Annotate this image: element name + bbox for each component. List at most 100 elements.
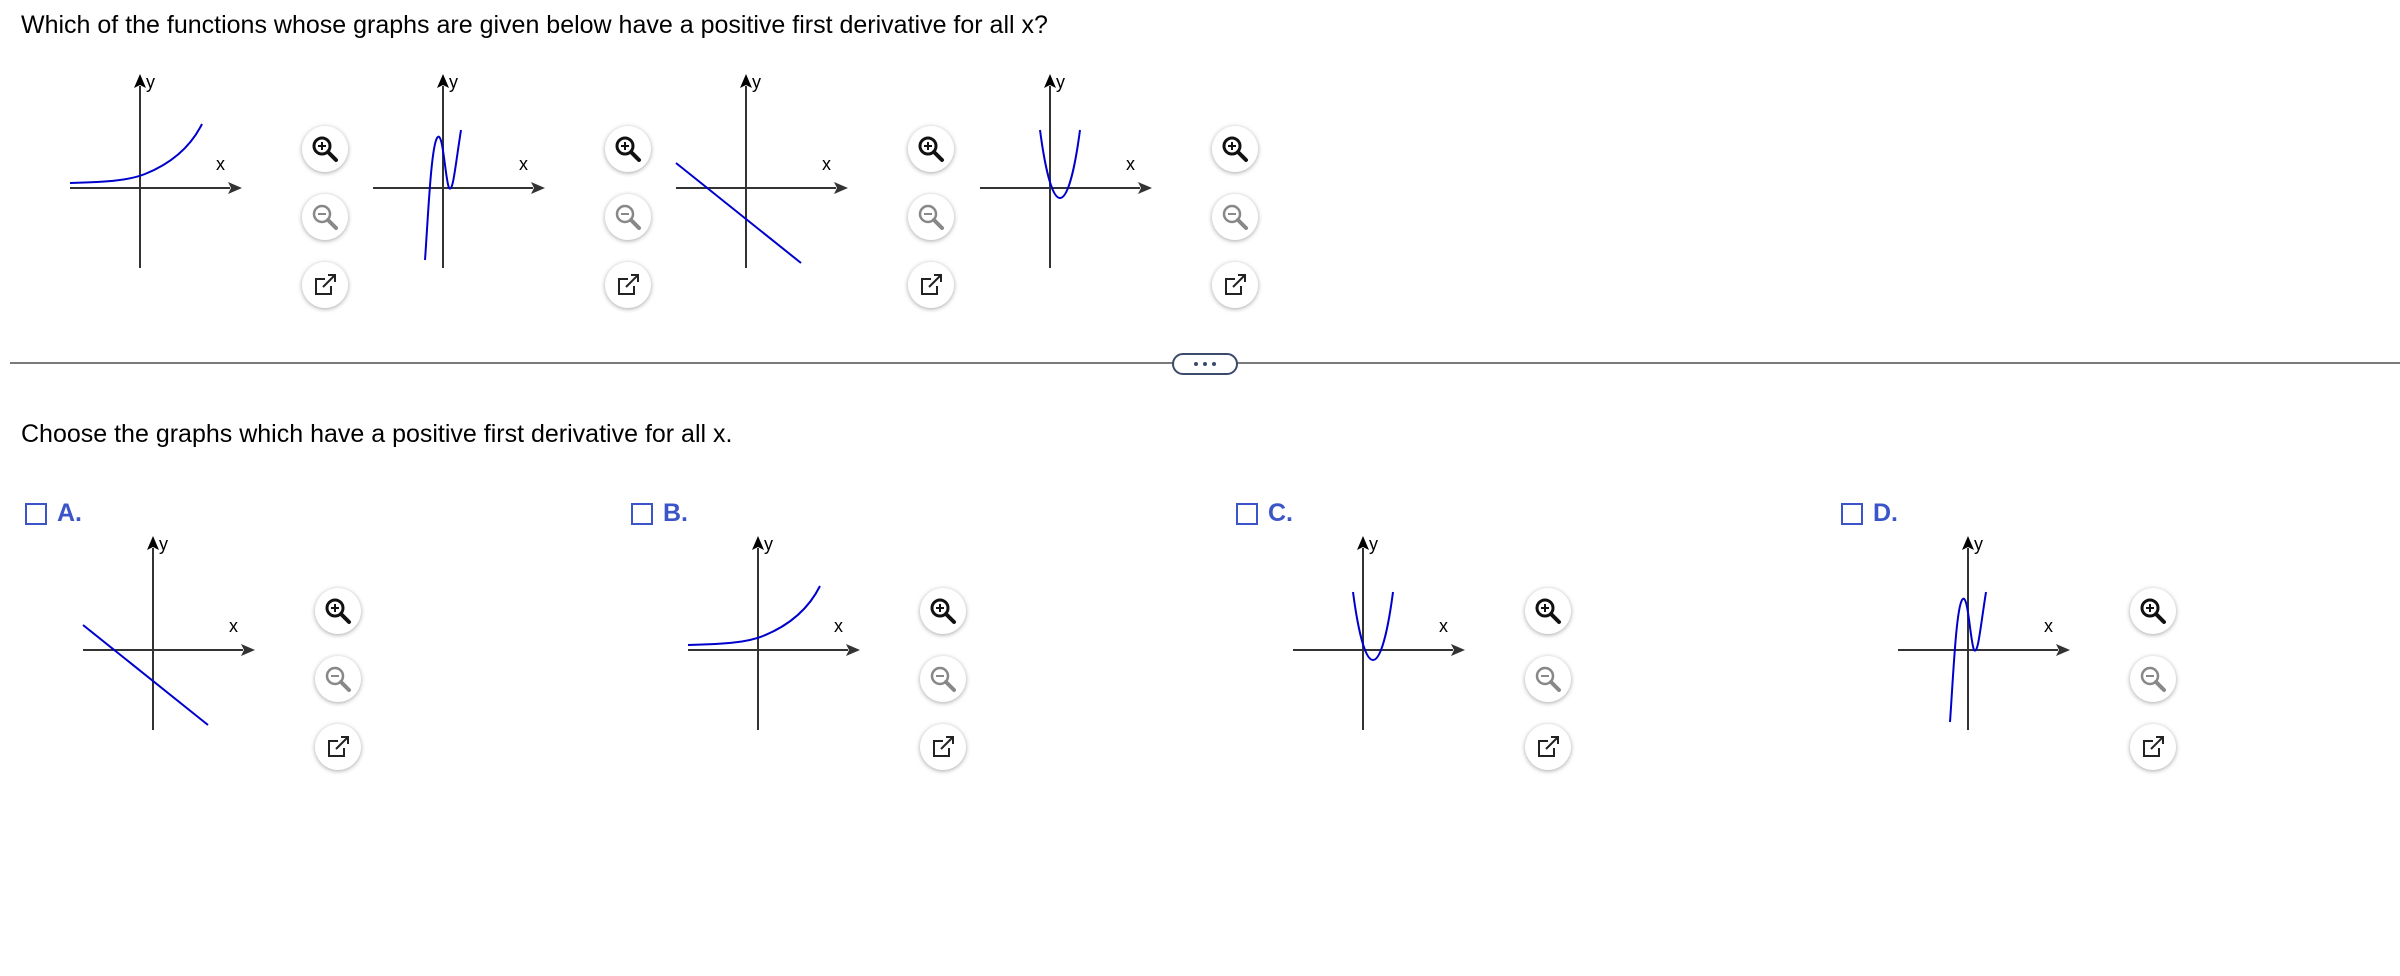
y-axis-arrow [752,536,764,550]
zoom-in-icon [1222,136,1248,162]
zoom-in-icon [615,136,641,162]
x-axis-label: x [519,154,528,174]
x-axis-label: x [229,616,238,636]
y-axis-label: y [1974,534,1983,554]
choice-a[interactable]: A. [25,499,82,528]
choice-d-label: D. [1873,499,1898,527]
choice-graph-3: yx [1898,534,2070,730]
choice-graph-1: yx [687,534,860,730]
dot-icon [1194,362,1198,366]
open-external-button[interactable] [605,262,651,308]
y-axis-arrow [147,536,159,550]
zoom-in-icon [325,598,351,624]
y-axis-label: y [1369,534,1378,554]
y-axis-label: y [159,534,168,554]
x-axis-label: x [822,154,831,174]
zoom-in-button[interactable] [605,126,651,172]
zoom-out-button[interactable] [2130,656,2176,702]
open-external-icon [921,274,943,295]
zoom-in-icon [930,598,956,624]
choice-graph-0: yx [82,534,255,730]
x-axis-arrow [2056,644,2070,656]
y-axis-label: y [146,72,155,92]
y-axis-arrow [740,74,752,88]
zoom-out-icon [2140,666,2166,692]
zoom-in-icon [2140,598,2166,624]
question-text: Which of the functions whose graphs are … [21,11,1048,39]
checkbox-b[interactable] [631,502,653,525]
zoom-in-button[interactable] [920,588,966,634]
open-external-button[interactable] [315,724,361,770]
y-axis-arrow [1962,536,1974,550]
x-axis-arrow [241,644,255,656]
zoom-out-button[interactable] [908,194,954,240]
zoom-out-icon [325,666,351,692]
zoom-out-icon [1535,666,1561,692]
open-external-button[interactable] [908,262,954,308]
zoom-out-icon [930,666,956,692]
checkbox-d[interactable] [1841,502,1863,525]
decreasing-line-curve [675,162,802,264]
open-external-icon [328,736,350,757]
y-axis-arrow [1357,536,1369,550]
open-external-button[interactable] [920,724,966,770]
zoom-out-button[interactable] [315,656,361,702]
open-external-button[interactable] [1525,724,1571,770]
choice-b-label: B. [663,499,688,527]
dot-icon [1212,362,1216,366]
zoom-in-button[interactable] [315,588,361,634]
zoom-out-button[interactable] [302,194,348,240]
dot-icon [1203,362,1207,366]
zoom-in-button[interactable] [2130,588,2176,634]
exponential-curve [687,585,821,646]
x-axis-label: x [216,154,225,174]
x-axis-label: x [2044,616,2053,636]
open-external-icon [2143,736,2165,757]
checkbox-c[interactable] [1236,502,1258,525]
zoom-in-button[interactable] [302,126,348,172]
zoom-in-icon [312,136,338,162]
choice-d[interactable]: D. [1841,499,1898,528]
instruction-text: Choose the graphs which have a positive … [21,420,733,448]
zoom-out-button[interactable] [1525,656,1571,702]
checkbox-a[interactable] [25,502,47,525]
zoom-in-button[interactable] [908,126,954,172]
y-axis-label: y [752,72,761,92]
open-external-icon [933,736,955,757]
top-graph-1: yx [373,72,545,268]
zoom-out-button[interactable] [605,194,651,240]
open-external-icon [618,274,640,295]
choice-a-label: A. [57,499,82,527]
x-axis-arrow [1138,182,1152,194]
x-axis-label: x [1439,616,1448,636]
zoom-in-button[interactable] [1525,588,1571,634]
y-axis-label: y [1056,72,1065,92]
zoom-in-icon [918,136,944,162]
zoom-out-icon [918,204,944,230]
zoom-out-button[interactable] [920,656,966,702]
decreasing-line-curve [82,624,209,726]
top-graph-2: yx [675,72,848,268]
x-axis-label: x [834,616,843,636]
x-axis-arrow [1451,644,1465,656]
open-external-icon [1225,274,1247,295]
zoom-out-icon [615,204,641,230]
choice-c-label: C. [1268,499,1293,527]
y-axis-arrow [437,74,449,88]
open-external-button[interactable] [302,262,348,308]
choice-c[interactable]: C. [1236,499,1293,528]
zoom-out-icon [1222,204,1248,230]
open-external-button[interactable] [2130,724,2176,770]
y-axis-arrow [134,74,146,88]
zoom-out-button[interactable] [1212,194,1258,240]
open-external-button[interactable] [1212,262,1258,308]
x-axis-arrow [531,182,545,194]
exponential-curve [69,123,203,184]
zoom-in-icon [1535,598,1561,624]
choice-graph-2: yx [1293,534,1465,730]
zoom-in-button[interactable] [1212,126,1258,172]
x-axis-arrow [228,182,242,194]
choice-b[interactable]: B. [631,499,688,528]
open-external-icon [1538,736,1560,757]
expand-more-button[interactable] [1172,353,1238,375]
